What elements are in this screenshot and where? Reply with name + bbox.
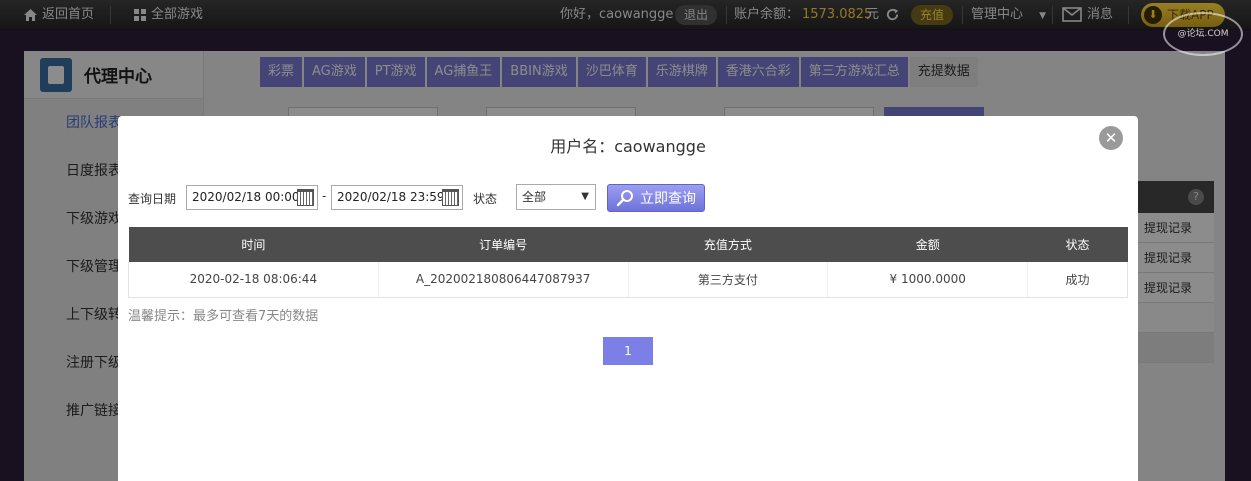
- query-date-label: 查询日期: [128, 192, 177, 206]
- bg-table-footer: [1136, 333, 1214, 363]
- cell-amount: ¥ 1000.0000: [827, 262, 1028, 298]
- bg-table-row-empty: [1136, 303, 1214, 333]
- sidebar-header: 代理中心: [24, 51, 203, 99]
- tab-saba-sports[interactable]: 沙巴体育: [577, 57, 646, 87]
- cell-status: 成功: [1027, 262, 1128, 298]
- recharge-records-modal: 用户名：caowangge ✕ 查询日期 2020/02/18 00:00 - …: [118, 116, 1138, 481]
- tab-bbin-games[interactable]: BBIN游戏: [502, 57, 576, 87]
- modal-title: 用户名：caowangge: [550, 137, 706, 156]
- calendar-icon[interactable]: [442, 189, 459, 206]
- tab-ag-fishing[interactable]: AG捕鱼王: [426, 57, 501, 87]
- status-label: 状态: [473, 192, 498, 206]
- date-separator: -: [322, 189, 327, 203]
- pagination-page-1[interactable]: 1: [603, 337, 653, 365]
- forum-watermark: @论坛.COM: [1163, 12, 1243, 56]
- close-icon[interactable]: ✕: [1099, 126, 1123, 150]
- column-header-status: 状态: [1027, 227, 1128, 262]
- bg-table-row[interactable]: 提现记录: [1136, 273, 1214, 303]
- column-header-amount: 金额: [827, 227, 1028, 262]
- bg-records-table: ? 提现记录 提现记录 提现记录: [1136, 181, 1214, 363]
- top-bar-dim-overlay: [0, 0, 1251, 29]
- cell-order-id: A_202002180806447087937: [377, 262, 629, 298]
- tab-leyou-chess[interactable]: 乐游棋牌: [647, 57, 716, 87]
- recharge-records-table: 时间 订单编号 充值方式 金额 状态 2020-02-18 08:06:44 A…: [128, 227, 1128, 298]
- tab-ag-games[interactable]: AG游戏: [304, 57, 365, 87]
- column-header-time: 时间: [128, 227, 379, 262]
- status-select[interactable]: 全部 ▼: [516, 184, 596, 210]
- cell-method: 第三方支付: [627, 262, 828, 298]
- cell-time: 2020-02-18 08:06:44: [128, 262, 379, 298]
- column-header-order-id: 订单编号: [378, 227, 629, 262]
- bg-table-header: ?: [1136, 181, 1214, 213]
- column-header-method: 充值方式: [628, 227, 828, 262]
- top-bar: 返回首页 全部游戏 你好，caowangge 退出 账户余额： 1573.082…: [0, 0, 1251, 30]
- start-date-input[interactable]: 2020/02/18 00:00: [186, 185, 318, 210]
- tab-deposit-withdraw-data[interactable]: 充提数据: [909, 57, 978, 87]
- query-now-button[interactable]: 立即查询: [607, 184, 705, 212]
- tab-third-party-summary[interactable]: 第三方游戏汇总: [800, 57, 908, 87]
- agent-id-card-icon: [40, 57, 72, 92]
- tab-pt-games[interactable]: PT游戏: [366, 57, 425, 87]
- tab-hk-mark-six[interactable]: 香港六合彩: [717, 57, 799, 87]
- game-tabs: 彩票 AG游戏 PT游戏 AG捕鱼王 BBIN游戏 沙巴体育 乐游棋牌 香港六合…: [260, 57, 980, 87]
- bg-table-row[interactable]: 提现记录: [1136, 213, 1214, 243]
- end-date-input[interactable]: 2020/02/18 23:59: [331, 185, 463, 210]
- table-header-row: 时间 订单编号 充值方式 金额 状态: [128, 227, 1128, 262]
- caret-down-icon: ▼: [581, 191, 589, 202]
- sidebar-title: 代理中心: [84, 67, 152, 87]
- bg-table-row[interactable]: 提现记录: [1136, 243, 1214, 273]
- tip-text: 温馨提示：最多可查看7天的数据: [128, 309, 319, 324]
- calendar-icon[interactable]: [297, 189, 314, 206]
- help-icon[interactable]: ?: [1188, 189, 1204, 205]
- tab-lottery[interactable]: 彩票: [260, 57, 303, 87]
- table-row: 2020-02-18 08:06:44 A_202002180806447087…: [128, 262, 1128, 298]
- search-icon: [616, 190, 633, 207]
